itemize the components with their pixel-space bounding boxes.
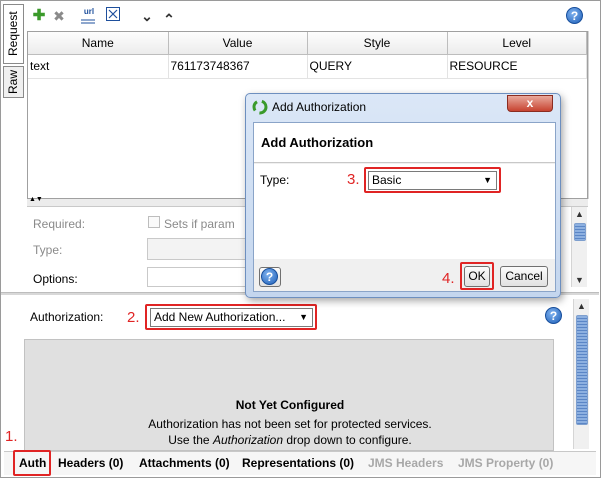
options-label: Options: [33,272,78,286]
authorization-label: Authorization: [30,310,104,324]
grid-edge [588,31,589,199]
panel-line2-pre: Use the [168,433,213,447]
panel-line2-emphasis: Authorization [212,433,283,447]
side-tabs: Request Raw [3,4,24,98]
dialog-heading: Add Authorization [261,135,374,150]
props-scrollbar[interactable]: ▲ ▼ [571,207,587,287]
panel-title: Not Yet Configured [235,398,345,412]
panel-message-line2: Use the Authorization drop down to confi… [25,433,555,447]
auth-scroll-thumb[interactable] [576,315,588,425]
column-header-name[interactable]: Name [28,32,169,55]
url-icon[interactable]: url [80,7,98,25]
move-up-icon[interactable]: ⌃ [160,10,178,28]
panel-message-line1: Authorization has not been set for prote… [148,417,432,431]
table-row[interactable]: text 761173748367 QUERY RESOURCE [28,54,587,79]
type-label: Type: [33,243,63,257]
sort-icon-svg [106,7,120,21]
step-4-label: 4. [442,270,455,287]
add-authorization-dialog: Add Authorization x Add Authorization Ty… [245,93,561,298]
dialog-body: Add Authorization Type: 3. Basic ▼ ? 4. … [253,122,556,292]
toolbar: ✚ ✖ url ⌄ ⌃ ? [28,4,596,28]
required-checkbox[interactable] [148,216,160,228]
cancel-button[interactable]: Cancel [500,266,548,287]
authorization-highlight: Add New Authorization... ▼ [145,304,317,330]
type-chevron-down-icon: ▼ [483,175,492,185]
step-1-label: 1. [5,428,18,445]
dialog-title: Add Authorization [272,100,367,114]
auth-help-icon[interactable]: ? [545,307,562,324]
column-header-level[interactable]: Level [447,32,587,55]
tab-auth[interactable]: Auth [19,456,46,470]
step-3-label: 3. [347,171,360,188]
close-icon[interactable]: x [507,95,553,112]
cell-level[interactable]: RESOURCE [447,54,587,79]
required-check-label: Sets if param [164,217,235,231]
help-icon[interactable]: ? [566,7,583,24]
column-header-value[interactable]: Value [168,32,308,55]
column-header-style[interactable]: Style [307,32,448,55]
auth-scroll-up-arrow[interactable]: ▲ [574,299,589,313]
tab-request[interactable]: Request [3,4,24,64]
cell-style[interactable]: QUERY [307,54,448,79]
url-icon-lines [81,19,95,24]
dialog-help-button[interactable]: ? [259,267,281,287]
table-header-row: Name Value Style Level [28,32,587,55]
dialog-header: Add Authorization [254,123,555,163]
delete-icon[interactable]: ✖ [50,7,68,25]
type-select-highlight: Basic ▼ [364,167,501,193]
ok-highlight: OK [460,262,494,290]
step-2-label: 2. [127,309,140,326]
collapse-icon[interactable]: ▲▼ [29,196,43,203]
auth-type-value: Basic [372,173,402,187]
tab-jms-headers[interactable]: JMS Headers [368,456,443,470]
cell-value[interactable]: 761173748367 [168,54,308,79]
authorization-dropdown-value: Add New Authorization... [154,310,286,324]
auth-scrollbar[interactable]: ▲ [573,299,589,449]
move-down-icon[interactable]: ⌄ [138,7,156,25]
add-icon[interactable]: ✚ [30,7,48,25]
cell-name[interactable]: text [28,54,169,79]
scroll-down-arrow[interactable]: ▼ [572,273,587,287]
scroll-thumb[interactable] [574,223,586,241]
required-label: Required: [33,217,86,231]
authorization-dropdown[interactable]: Add New Authorization... ▼ [150,308,313,327]
soapui-logo-svg [252,99,268,115]
bottom-tabs: Auth Headers (0) Attachments (0) Represe… [4,450,596,476]
scroll-up-arrow[interactable]: ▲ [572,207,587,221]
chevron-down-icon: ▼ [299,312,308,322]
tab-attachments[interactable]: Attachments (0) [139,456,230,470]
tab-jms-property[interactable]: JMS Property (0) [458,456,553,470]
url-icon-label: url [83,7,95,16]
authorization-panel: Not Yet Configured Authorization has not… [24,339,554,451]
dialog-content: Type: 3. Basic ▼ [254,164,555,259]
tab-representations[interactable]: Representations (0) [242,456,354,470]
auth-type-dropdown[interactable]: Basic ▼ [368,171,497,190]
sort-icon[interactable] [104,7,122,25]
tab-raw[interactable]: Raw [3,66,24,98]
dialog-help-icon: ? [261,268,278,285]
soapui-logo-icon [252,99,268,118]
options-field[interactable] [147,267,257,287]
tab-headers[interactable]: Headers (0) [58,456,123,470]
type-select[interactable] [147,238,257,260]
type-field-label: Type: [260,173,290,187]
panel-line2-post: drop down to configure. [283,433,412,447]
ok-button[interactable]: OK [464,266,490,287]
